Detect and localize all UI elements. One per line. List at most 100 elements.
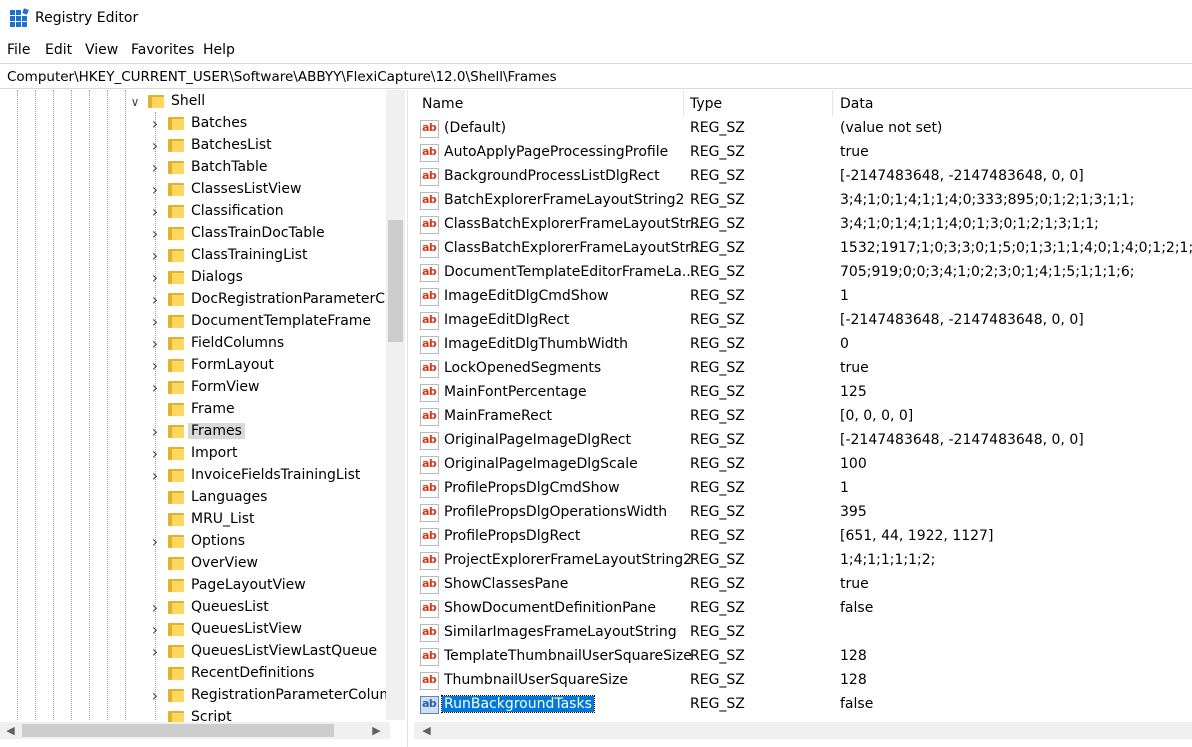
tree-item[interactable]: › QueuesListView: [0, 619, 386, 641]
tree-item[interactable]: › BatchesList: [0, 135, 386, 157]
values-list-pane[interactable]: Name Type Data ab (Default) REG_SZ (value n…: [414, 90, 1192, 747]
value-row[interactable]: ab ProfilePropsDlgOperationsWidth REG_SZ 39…: [414, 501, 1192, 525]
tree-item[interactable]: › ClassesListView: [0, 179, 386, 201]
tree-item[interactable]: MRU_List: [0, 509, 386, 531]
value-row[interactable]: ab LockOpenedSegments REG_SZ true: [414, 357, 1192, 381]
tree-item[interactable]: › Batches: [0, 113, 386, 135]
tree-item-label[interactable]: Frames: [188, 423, 245, 439]
tree-item-label[interactable]: RegistrationParameterColumn: [188, 687, 405, 703]
chevron-right-icon[interactable]: ›: [148, 116, 162, 132]
value-row[interactable]: ab (Default) REG_SZ (value not set): [414, 117, 1192, 141]
value-row[interactable]: ab ProfilePropsDlgCmdShow REG_SZ 1: [414, 477, 1192, 501]
value-row[interactable]: ab ClassBatchExplorerFrameLayoutStr... REG…: [414, 237, 1192, 261]
chevron-right-icon[interactable]: ›: [148, 622, 162, 638]
tree-item-label[interactable]: ClassTrainDocTable: [188, 225, 328, 241]
tree-item[interactable]: › DocRegistrationParameterCol: [0, 289, 398, 311]
menu-favorites[interactable]: Favorites: [131, 42, 194, 58]
tree-item[interactable]: › Classification: [0, 201, 386, 223]
tree-item[interactable]: › QueuesList: [0, 597, 386, 619]
menu-file[interactable]: File: [7, 42, 30, 58]
tree-item[interactable]: › RegistrationParameterColumn: [0, 685, 402, 707]
tree-item-label[interactable]: MRU_List: [188, 511, 258, 527]
value-row[interactable]: ab OriginalPageImageDlgScale REG_SZ 100: [414, 453, 1192, 477]
tree-item[interactable]: › FieldColumns: [0, 333, 386, 355]
tree-item-label[interactable]: Languages: [188, 489, 270, 505]
value-row[interactable]: ab MainFontPercentage REG_SZ 125: [414, 381, 1192, 405]
menu-edit[interactable]: Edit: [45, 42, 72, 58]
tree-vertical-scrollbar[interactable]: [386, 90, 405, 720]
menu-help[interactable]: Help: [203, 42, 235, 58]
chevron-right-icon[interactable]: ›: [148, 270, 162, 286]
value-row[interactable]: ab ProfilePropsDlgRect REG_SZ [651, 44, 192…: [414, 525, 1192, 549]
value-row[interactable]: ab SimilarImagesFrameLayoutString REG_SZ: [414, 621, 1192, 645]
value-row[interactable]: ab ClassBatchExplorerFrameLayoutStr... REG…: [414, 213, 1192, 237]
chevron-right-icon[interactable]: ›: [148, 600, 162, 616]
value-row[interactable]: ab MainFrameRect REG_SZ [0, 0, 0, 0]: [414, 405, 1192, 429]
chevron-right-icon[interactable]: ›: [148, 138, 162, 154]
tree-item-shell[interactable]: ∨ Shell: [0, 91, 386, 113]
chevron-right-icon[interactable]: ›: [148, 688, 162, 704]
chevron-right-icon[interactable]: ›: [148, 336, 162, 352]
tree-item-label[interactable]: Dialogs: [188, 269, 246, 285]
chevron-right-icon[interactable]: ›: [148, 644, 162, 660]
tree-item-label[interactable]: Frame: [188, 401, 238, 417]
tree-item-label[interactable]: QueuesList: [188, 599, 272, 615]
chevron-right-icon[interactable]: ›: [148, 160, 162, 176]
value-row[interactable]: ab OriginalPageImageDlgRect REG_SZ [-214748…: [414, 429, 1192, 453]
value-row[interactable]: ab BackgroundProcessListDlgRect REG_SZ [-21…: [414, 165, 1192, 189]
chevron-right-icon[interactable]: ›: [148, 358, 162, 374]
tree-item-label[interactable]: BatchTable: [188, 159, 270, 175]
column-header-name[interactable]: Name: [422, 90, 463, 116]
chevron-right-icon[interactable]: ›: [148, 468, 162, 484]
tree-item-label[interactable]: ClassesListView: [188, 181, 304, 197]
address-bar[interactable]: Computer\HKEY_CURRENT_USER\Software\ABBY…: [0, 63, 1192, 89]
tree-item[interactable]: › Frames: [0, 421, 386, 443]
value-row[interactable]: ab DocumentTemplateEditorFrameLa... REG_SZ…: [414, 261, 1192, 285]
chevron-right-icon[interactable]: ›: [148, 248, 162, 264]
chevron-right-icon[interactable]: ›: [148, 534, 162, 550]
tree-item-label[interactable]: QueuesListView: [188, 621, 305, 637]
tree-item[interactable]: PageLayoutView: [0, 575, 386, 597]
tree-item-label[interactable]: Options: [188, 533, 248, 549]
tree-item[interactable]: OverView: [0, 553, 386, 575]
chevron-right-icon[interactable]: ›: [148, 226, 162, 242]
value-row[interactable]: ab ImageEditDlgThumbWidth REG_SZ 0: [414, 333, 1192, 357]
tree-item-label[interactable]: OverView: [188, 555, 261, 571]
tree-item[interactable]: › InvoiceFieldsTrainingList: [0, 465, 386, 487]
tree-item[interactable]: Frame: [0, 399, 386, 421]
column-header-data[interactable]: Data: [840, 90, 873, 116]
chevron-right-icon[interactable]: ›: [148, 204, 162, 220]
scroll-left-icon[interactable]: ◀: [2, 722, 19, 739]
value-row[interactable]: ab ShowClassesPane REG_SZ true: [414, 573, 1192, 597]
tree-item[interactable]: › FormLayout: [0, 355, 386, 377]
tree-item-label[interactable]: BatchesList: [188, 137, 275, 153]
value-row[interactable]: ab ImageEditDlgCmdShow REG_SZ 1: [414, 285, 1192, 309]
tree-item-label[interactable]: QueuesListViewLastQueue: [188, 643, 380, 659]
tree-item-label[interactable]: FormView: [188, 379, 263, 395]
value-row[interactable]: ab ImageEditDlgRect REG_SZ [-2147483648, -2…: [414, 309, 1192, 333]
tree-item[interactable]: › BatchTable: [0, 157, 386, 179]
tree-item-label[interactable]: ClassTrainingList: [188, 247, 311, 263]
chevron-right-icon[interactable]: ›: [148, 292, 162, 308]
tree-item-label[interactable]: Classification: [188, 203, 287, 219]
key-tree-pane[interactable]: ∨ Shell › Batches › BatchesList › BatchTable › Cl…: [0, 90, 408, 747]
chevron-right-icon[interactable]: ›: [148, 380, 162, 396]
tree-item[interactable]: › ClassTrainDocTable: [0, 223, 386, 245]
tree-item[interactable]: › Import: [0, 443, 386, 465]
tree-item-label[interactable]: DocumentTemplateFrame: [188, 313, 374, 329]
scroll-left-icon[interactable]: ◀: [418, 722, 435, 739]
tree-item-label[interactable]: PageLayoutView: [188, 577, 309, 593]
chevron-right-icon[interactable]: ›: [148, 446, 162, 462]
tree-item[interactable]: RecentDefinitions: [0, 663, 386, 685]
tree-item[interactable]: Languages: [0, 487, 386, 509]
tree-hscroll-thumb[interactable]: [22, 724, 334, 737]
tree-item[interactable]: › FormView: [0, 377, 386, 399]
tree-item-label[interactable]: FormLayout: [188, 357, 277, 373]
chevron-right-icon[interactable]: ›: [148, 424, 162, 440]
tree-item[interactable]: › Options: [0, 531, 386, 553]
tree-item-label[interactable]: FieldColumns: [188, 335, 287, 351]
column-header-type[interactable]: Type: [690, 90, 722, 116]
tree-item[interactable]: › Dialogs: [0, 267, 386, 289]
tree-item-label[interactable]: Import: [188, 445, 240, 461]
tree-item-label[interactable]: Batches: [188, 115, 250, 131]
